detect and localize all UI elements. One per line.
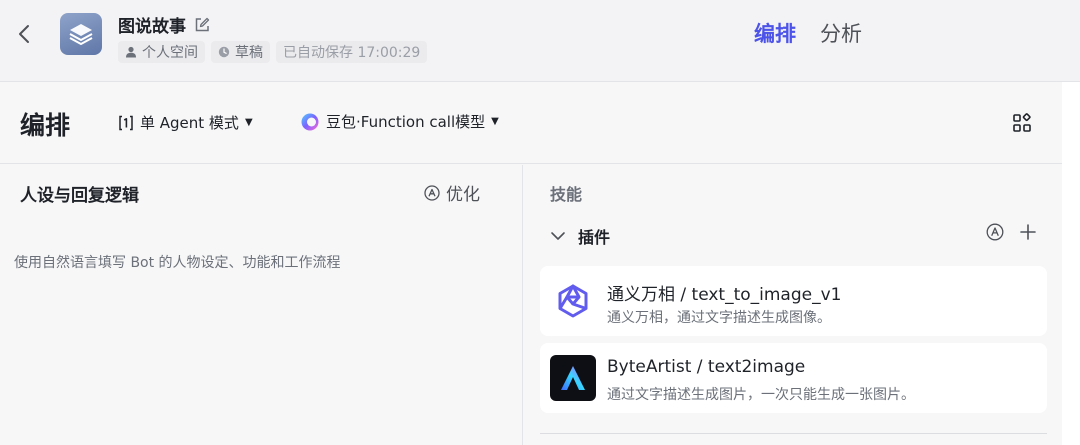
autosave-chip: 已自动保存 17:00:29 <box>276 41 428 63</box>
single-agent-icon <box>119 115 133 130</box>
byteartist-logo-icon <box>561 366 585 390</box>
layers-icon <box>69 24 93 45</box>
byteartist-logo <box>550 355 596 401</box>
auto-icon <box>986 223 1004 241</box>
edit-icon <box>195 17 210 31</box>
app-header: 图说故事 个人空间 草稿 已自动保存 17:00:29 编排 分析 <box>0 0 1080 82</box>
chevron-down-icon <box>551 232 565 240</box>
bot-name: 图说故事 <box>118 17 186 37</box>
plugin-name: 通义万相 / text_to_image_v1 <box>607 285 842 305</box>
bot-meta-row: 个人空间 草稿 已自动保存 17:00:29 <box>118 40 428 64</box>
chevron-left-icon <box>19 25 29 43</box>
caret-down-icon: ▼ <box>491 116 499 127</box>
auto-optimize-icon <box>424 184 440 201</box>
back-button[interactable] <box>12 22 36 46</box>
skills-panel: 技能 插件 通义万相 / text_to_image_v1 通义万相，通过文字描… <box>524 165 1062 445</box>
section-title: 编排 <box>20 111 71 140</box>
autosave-label: 已自动保存 17:00:29 <box>283 45 421 61</box>
caret-down-icon: ▼ <box>244 117 253 128</box>
bot-title-group: 图说故事 <box>118 12 210 37</box>
model-select[interactable]: 豆包·Function call模型 ▼ <box>300 111 499 132</box>
bot-avatar[interactable] <box>60 13 102 55</box>
persona-panel: 人设与回复逻辑 优化 <box>0 165 523 445</box>
user-icon <box>126 46 136 58</box>
right-gutter <box>1062 82 1080 445</box>
arrange-toolbar: 编排 单 Agent 模式 ▼ 豆包·Function call模型 ▼ <box>0 82 1062 164</box>
clock-icon <box>218 46 230 58</box>
persona-title: 人设与回复逻辑 <box>20 186 139 206</box>
agent-mode-select[interactable]: 单 Agent 模式 ▼ <box>118 112 253 133</box>
tongyi-wanxiang-logo-icon <box>558 284 588 318</box>
plugins-label: 插件 <box>578 228 611 247</box>
plugins-collapse-toggle[interactable]: 插件 <box>550 224 610 248</box>
plugins-section-header: 插件 <box>550 223 1036 249</box>
plugins-actions <box>986 223 1036 241</box>
layout-grid-button[interactable] <box>1012 113 1032 133</box>
workspace-chip: 个人空间 <box>118 41 205 63</box>
tab-arrange[interactable]: 编排 <box>754 18 796 48</box>
divider <box>540 433 1047 434</box>
doubao-model-icon <box>301 113 319 130</box>
plugin-card-byteartist[interactable]: ByteArtist / text2image 通过文字描述生成图片，一次只能生… <box>540 343 1047 413</box>
plugin-card-tongyi[interactable]: 通义万相 / text_to_image_v1 通义万相，通过文字描述生成图像。 <box>540 266 1047 336</box>
agent-mode-label: 单 Agent 模式 <box>140 114 239 132</box>
add-plugin-button[interactable] <box>1020 224 1036 240</box>
status-chip: 草稿 <box>211 41 270 63</box>
auto-add-plugin-button[interactable] <box>986 223 1004 241</box>
status-label: 草稿 <box>235 45 263 61</box>
plugin-description: 通过文字描述生成图片，一次只能生成一张图片。 <box>607 387 915 403</box>
tongyi-wanxiang-logo <box>550 278 596 324</box>
workspace-label: 个人空间 <box>142 45 198 61</box>
model-label: 豆包·Function call模型 <box>326 113 486 131</box>
tab-analysis[interactable]: 分析 <box>820 18 862 48</box>
skills-title: 技能 <box>550 185 583 204</box>
plus-icon <box>1020 224 1036 240</box>
optimize-button[interactable]: 优化 <box>424 180 480 205</box>
optimize-label: 优化 <box>446 185 480 205</box>
persona-prompt-input[interactable] <box>14 251 509 275</box>
edit-button[interactable] <box>194 17 210 33</box>
plugin-description: 通义万相，通过文字描述生成图像。 <box>607 310 831 326</box>
grid-icon <box>1013 113 1031 132</box>
top-tabs: 编排 分析 <box>754 18 862 48</box>
plugin-name: ByteArtist / text2image <box>607 357 806 377</box>
